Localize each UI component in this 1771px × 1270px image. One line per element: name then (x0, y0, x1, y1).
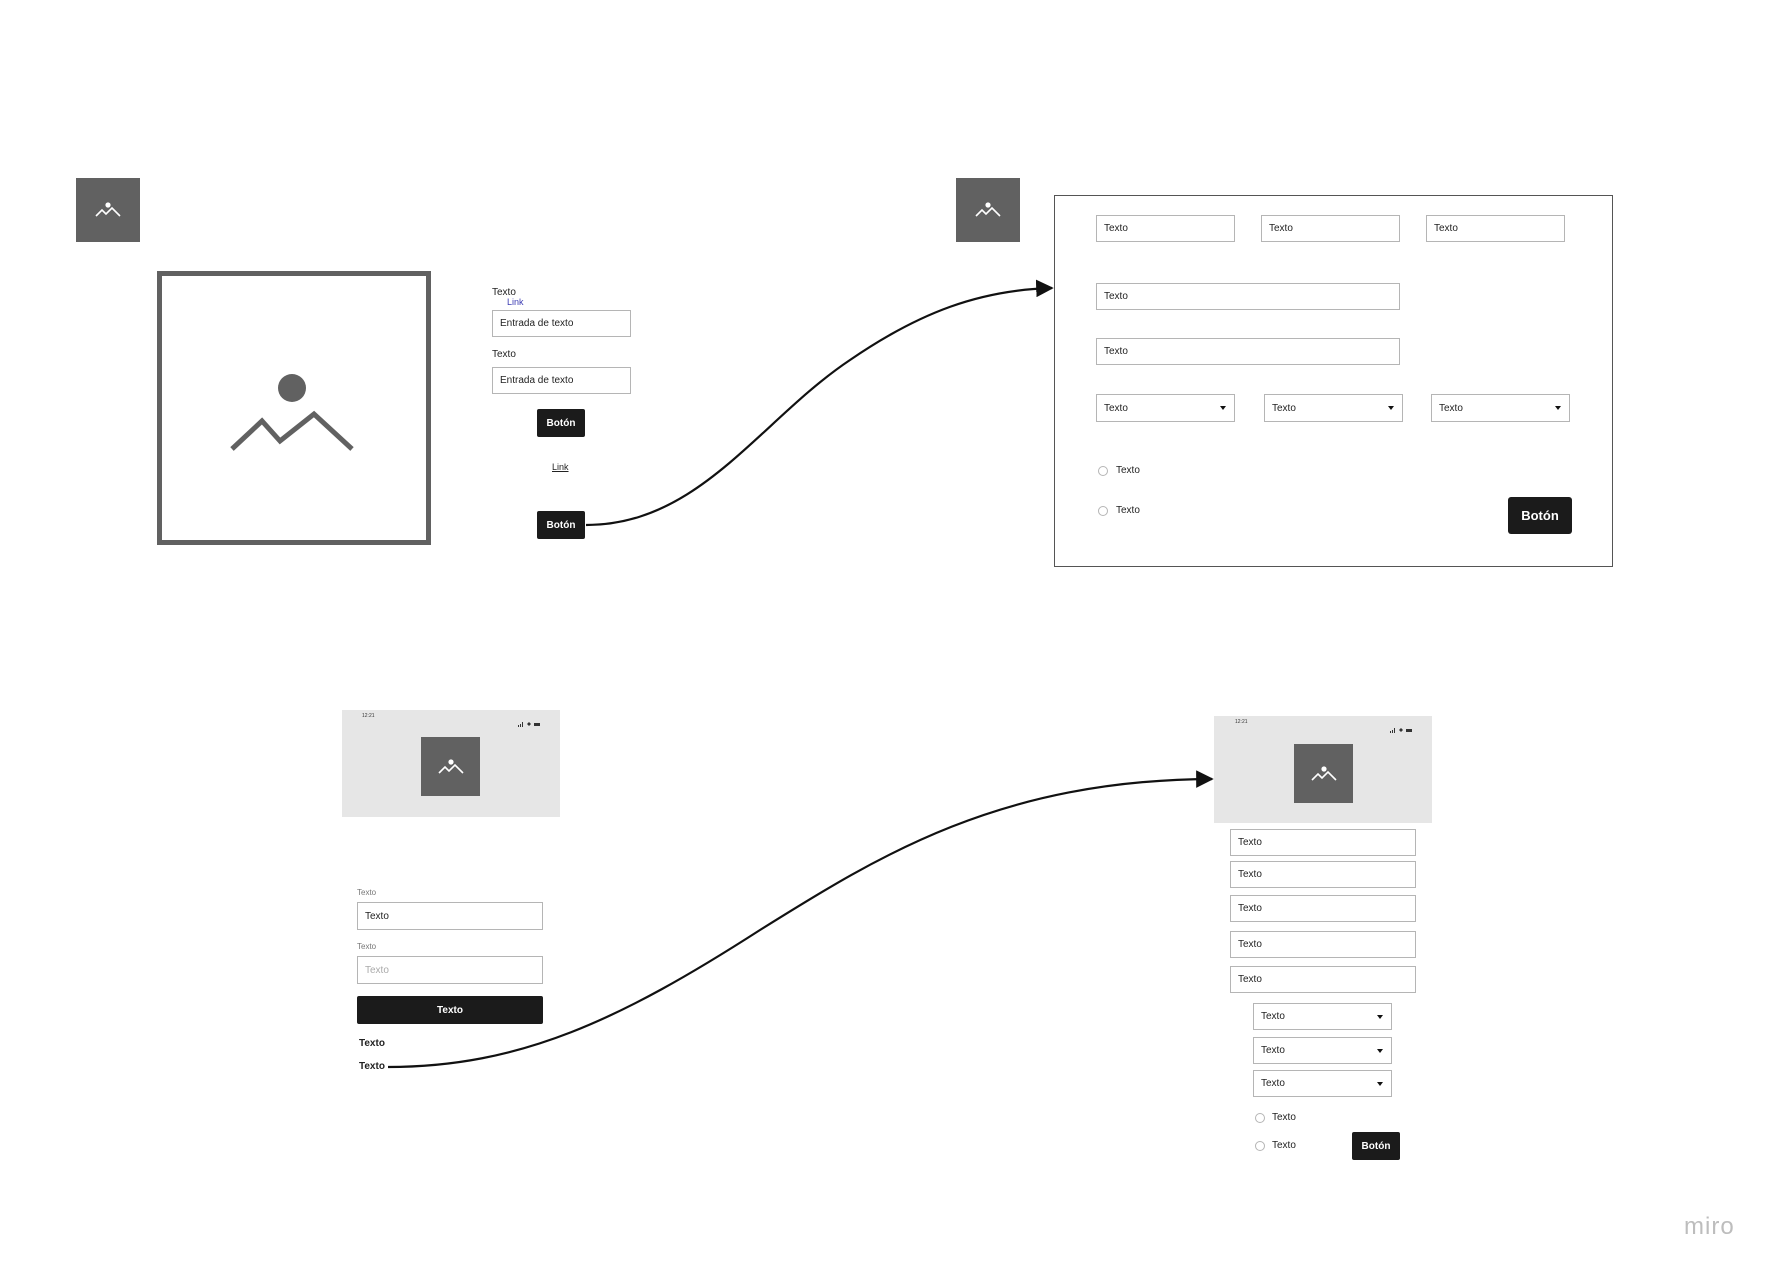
phone-text-2[interactable]: Texto (359, 1061, 385, 1072)
image-icon (230, 374, 354, 451)
radio-label-1: Texto (1116, 465, 1140, 476)
phone-input-2[interactable]: Texto (357, 956, 543, 984)
chevron-down-icon (1555, 406, 1561, 410)
chevron-down-icon (1377, 1014, 1383, 1019)
button-2[interactable]: Botón (537, 511, 585, 539)
select-2[interactable]: Texto (1264, 394, 1403, 422)
image-icon (1310, 765, 1337, 781)
form-link-2[interactable]: Link (552, 462, 569, 472)
mobile-field-4[interactable]: Texto (1230, 931, 1416, 958)
radio-button-2[interactable] (1098, 506, 1108, 516)
miro-watermark: miro (1684, 1213, 1735, 1240)
select-3-value: Texto (1439, 402, 1463, 414)
mobile-select-3-value: Texto (1261, 1078, 1285, 1089)
status-time-right: 12:21 (1235, 719, 1248, 725)
phone-label-2: Texto (357, 942, 377, 951)
phone-label-1: Texto (357, 888, 377, 897)
submit-button[interactable]: Botón (1508, 497, 1572, 534)
mobile-select-2[interactable]: Texto (1253, 1037, 1392, 1064)
form-label-text-2: Texto (492, 349, 516, 360)
select-3[interactable]: Texto (1431, 394, 1570, 422)
radio-button-1[interactable] (1098, 466, 1108, 476)
chevron-down-icon (1388, 406, 1394, 410)
mobile-field-5[interactable]: Texto (1230, 966, 1416, 993)
radio-label-2: Texto (1116, 505, 1140, 516)
mobile-radio-2[interactable] (1255, 1141, 1265, 1151)
mobile-radio-label-1: Texto (1272, 1112, 1296, 1123)
mobile-select-3[interactable]: Texto (1253, 1070, 1392, 1097)
mobile-select-1-value: Texto (1261, 1011, 1285, 1022)
chevron-down-icon (1377, 1081, 1383, 1086)
status-icons-right (1390, 720, 1414, 733)
mobile-field-2[interactable]: Texto (1230, 861, 1416, 888)
mobile-submit-button[interactable]: Botón (1352, 1132, 1400, 1160)
text-input-1[interactable]: Entrada de texto (492, 310, 631, 337)
small-image-placeholder (76, 178, 140, 242)
mobile-select-2-value: Texto (1261, 1045, 1285, 1056)
arrow-connector-top[interactable] (585, 279, 1054, 527)
select-2-value: Texto (1272, 402, 1296, 414)
signal-wifi-battery-icon (518, 722, 540, 727)
status-icons (518, 714, 542, 727)
select-1-value: Texto (1104, 402, 1128, 414)
mobile-field-1[interactable]: Texto (1230, 829, 1416, 856)
text-field-wide-1[interactable]: Texto (1096, 283, 1400, 310)
select-1[interactable]: Texto (1096, 394, 1235, 422)
text-input-2[interactable]: Entrada de texto (492, 367, 631, 394)
image-icon (437, 758, 464, 774)
chevron-down-icon (1377, 1048, 1383, 1053)
image-icon (975, 202, 1001, 217)
text-field-row1-1[interactable]: Texto (1096, 215, 1235, 242)
text-field-wide-2[interactable]: Texto (1096, 338, 1400, 365)
phone-input-1[interactable]: Texto (357, 902, 543, 930)
mobile-radio-1[interactable] (1255, 1113, 1265, 1123)
phone-button[interactable]: Texto (357, 996, 543, 1024)
signal-wifi-battery-icon (1390, 728, 1412, 733)
large-image-frame (157, 271, 431, 545)
connector-layer (387, 279, 1214, 1069)
small-image-placeholder-right (956, 178, 1020, 242)
text-field-row1-2[interactable]: Texto (1261, 215, 1400, 242)
mobile-field-3[interactable]: Texto (1230, 895, 1416, 922)
status-time: 12:21 (362, 713, 375, 719)
phone-text-1: Texto (359, 1038, 385, 1049)
mobile-radio-label-2: Texto (1272, 1140, 1296, 1151)
form-link-1[interactable]: Link (507, 297, 524, 307)
phone-image-placeholder-right (1294, 744, 1353, 803)
button-1[interactable]: Botón (537, 409, 585, 437)
text-field-row1-3[interactable]: Texto (1426, 215, 1565, 242)
image-icon (95, 202, 121, 217)
phone-image-placeholder (421, 737, 480, 796)
chevron-down-icon (1220, 406, 1226, 410)
mobile-select-1[interactable]: Texto (1253, 1003, 1392, 1030)
